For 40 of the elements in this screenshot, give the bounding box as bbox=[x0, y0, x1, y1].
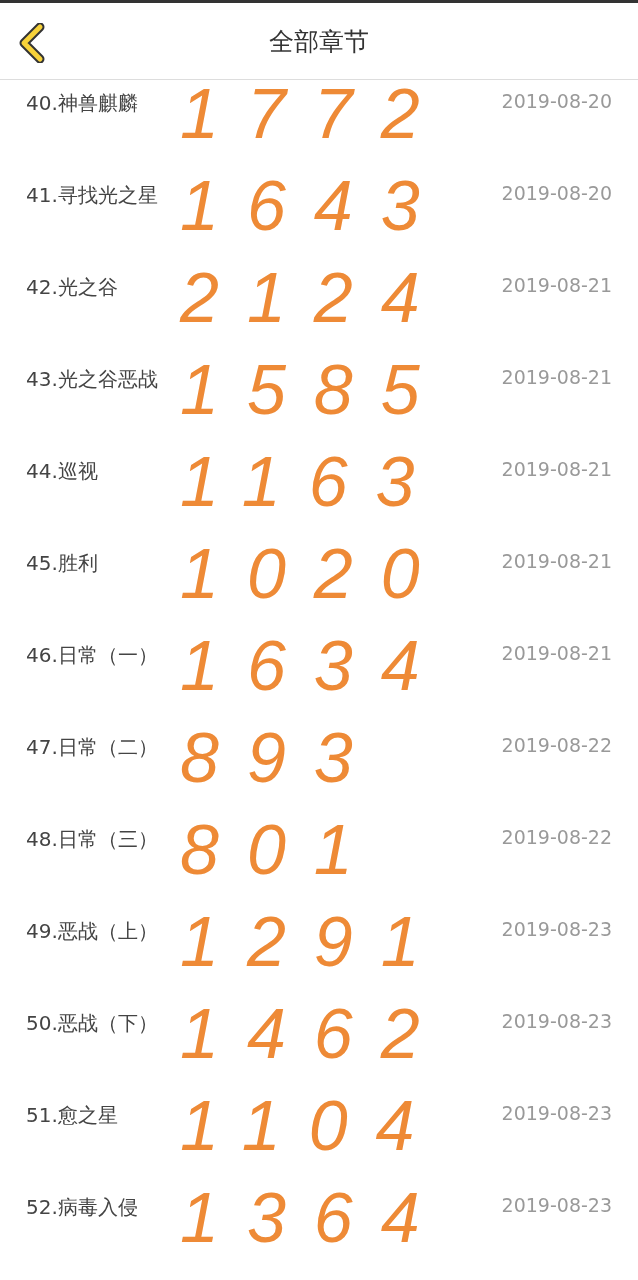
handwritten-number: 1772 bbox=[180, 76, 448, 153]
chapter-date: 2019-08-23 bbox=[501, 1194, 612, 1216]
chapter-date: 2019-08-20 bbox=[501, 182, 612, 204]
chapter-title[interactable]: 43.光之谷恶战 bbox=[26, 366, 158, 393]
chapter-title[interactable]: 48.日常（三） bbox=[26, 826, 158, 853]
chapter-title[interactable]: 51.愈之星 bbox=[26, 1102, 118, 1129]
handwritten-number: 1643 bbox=[180, 168, 448, 245]
handwritten-number: 1634 bbox=[180, 628, 448, 705]
chapter-title[interactable]: 45.胜利 bbox=[26, 550, 98, 577]
chapter-date: 2019-08-22 bbox=[501, 826, 612, 848]
chapter-date: 2019-08-21 bbox=[501, 458, 612, 480]
chapter-date: 2019-08-23 bbox=[501, 1010, 612, 1032]
handwritten-number: 1585 bbox=[180, 352, 448, 429]
chapter-title[interactable]: 47.日常（二） bbox=[26, 734, 158, 761]
chapter-title[interactable]: 49.恶战（上） bbox=[26, 918, 158, 945]
page-title: 全部章节 bbox=[269, 25, 369, 58]
chapter-date: 2019-08-23 bbox=[501, 918, 612, 940]
handwritten-number: 2124 bbox=[180, 260, 448, 337]
chapter-title[interactable]: 50.恶战（下） bbox=[26, 1010, 158, 1037]
chapter-title[interactable]: 46.日常（一） bbox=[26, 642, 158, 669]
chapter-title[interactable]: 40.神兽麒麟 bbox=[26, 90, 138, 117]
chapter-date: 2019-08-21 bbox=[501, 642, 612, 664]
chapter-title[interactable]: 41.寻找光之星 bbox=[26, 182, 158, 209]
chapter-date: 2019-08-21 bbox=[501, 274, 612, 296]
handwritten-number: 1020 bbox=[180, 536, 448, 613]
chapter-date: 2019-08-23 bbox=[501, 1102, 612, 1124]
chapter-date: 2019-08-21 bbox=[501, 366, 612, 388]
handwritten-number: 1462 bbox=[180, 996, 448, 1073]
chapter-title[interactable]: 42.光之谷 bbox=[26, 274, 118, 301]
chapter-title[interactable]: 44.巡视 bbox=[26, 458, 98, 485]
chapter-date: 2019-08-22 bbox=[501, 734, 612, 756]
handwritten-number: 1163 bbox=[180, 444, 443, 521]
chapter-date: 2019-08-21 bbox=[501, 550, 612, 572]
handwritten-number: 801 bbox=[180, 812, 381, 889]
handwritten-number: 1104 bbox=[180, 1088, 443, 1165]
handwritten-number: 1291 bbox=[180, 904, 448, 981]
chapter-date: 2019-08-20 bbox=[501, 90, 612, 112]
chapter-title[interactable]: 52.病毒入侵 bbox=[26, 1194, 138, 1221]
handwritten-number: 893 bbox=[180, 720, 381, 797]
handwritten-number: 1364 bbox=[180, 1180, 448, 1257]
